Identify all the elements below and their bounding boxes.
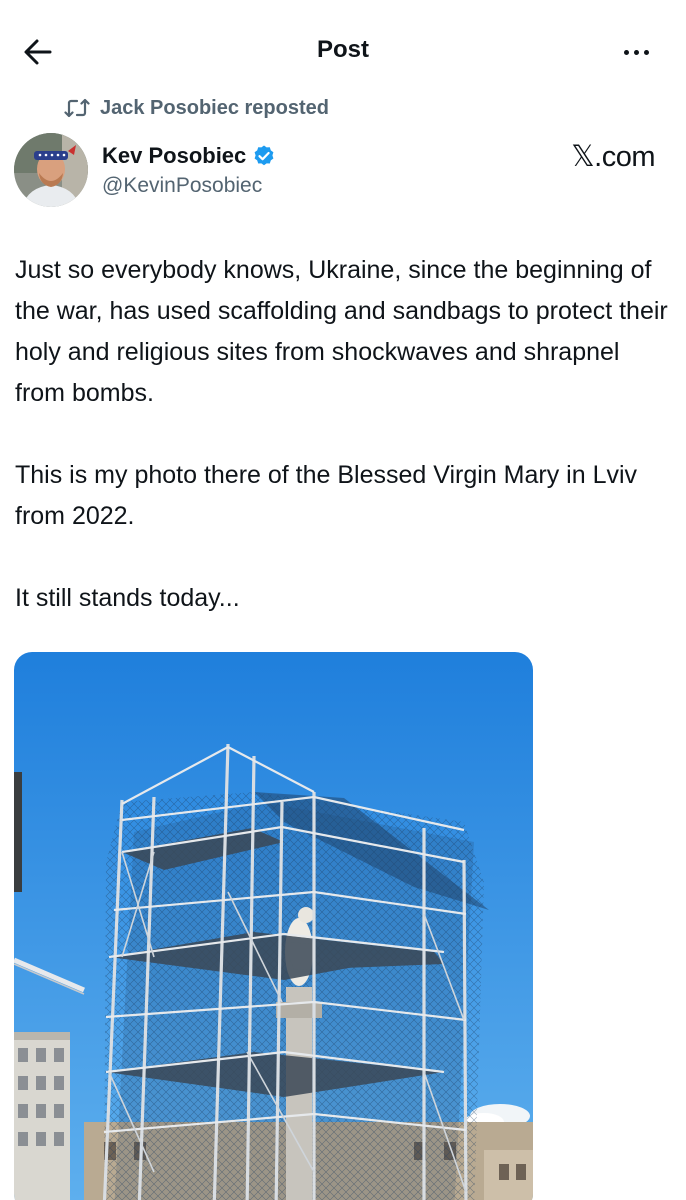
scaffolding-photo bbox=[14, 652, 533, 1200]
tweet-paragraph: This is my photo there of the Blessed Vi… bbox=[15, 461, 638, 530]
tweet-paragraph: Just so everybody knows, Ukraine, since … bbox=[15, 256, 668, 407]
avatar[interactable] bbox=[14, 133, 88, 207]
verified-badge-icon bbox=[254, 145, 274, 166]
top-bar: Post bbox=[0, 0, 686, 100]
x-watermark: 𝕏.com bbox=[571, 141, 655, 173]
page-title: Post bbox=[316, 36, 369, 63]
author-handle[interactable]: @KevinPosobiec bbox=[102, 174, 262, 198]
repost-indicator[interactable]: Jack Posobiec reposted bbox=[64, 96, 329, 120]
author-name[interactable]: Kev Posobiec bbox=[102, 143, 276, 169]
repost-text: Jack Posobiec reposted bbox=[100, 96, 329, 119]
tweet-paragraph: It still stands today... bbox=[15, 584, 240, 612]
tweet-photo[interactable] bbox=[14, 652, 533, 1200]
author-name-text: Kev Posobiec bbox=[102, 143, 247, 168]
tweet-text: Just so everybody knows, Ukraine, since … bbox=[15, 250, 675, 619]
more-horizontal-icon bbox=[623, 49, 629, 55]
repost-icon bbox=[64, 98, 90, 118]
more-options-button[interactable] bbox=[608, 32, 664, 72]
